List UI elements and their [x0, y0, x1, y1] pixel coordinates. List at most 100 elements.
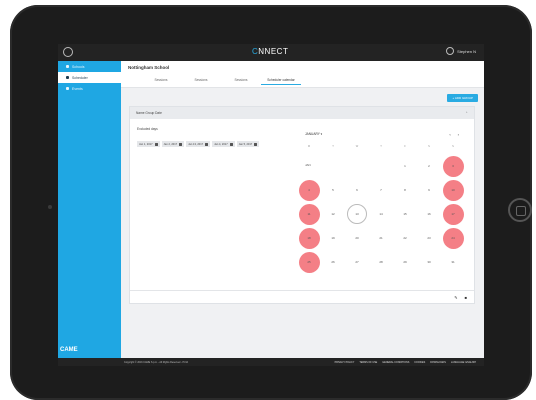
edit-icon[interactable]: ✎ [454, 295, 457, 300]
day-number: 12 [331, 212, 335, 216]
calendar-day[interactable]: 10 [441, 178, 465, 202]
date-chip[interactable]: Jan 1, 2017 [137, 141, 160, 147]
remove-chip-icon[interactable] [179, 142, 183, 146]
calendar-day[interactable]: 11 [297, 202, 321, 226]
home-square-icon [516, 206, 526, 216]
remove-chip-icon[interactable] [205, 142, 209, 146]
next-month-icon[interactable]: › [458, 132, 459, 137]
card-footer: ✎ ■ [130, 290, 474, 303]
footer-link[interactable]: COOKIES [414, 361, 425, 364]
weekday-label: M [307, 145, 311, 148]
calendar-day[interactable]: 15 [393, 202, 417, 226]
day-number: 29 [403, 260, 407, 264]
day-number: 22 [403, 236, 407, 240]
user-menu[interactable]: Stephen N [446, 47, 476, 55]
calendar-day[interactable]: 29 [393, 250, 417, 274]
calendar-day[interactable]: 17 [441, 202, 465, 226]
calendar-day[interactable]: 14 [369, 202, 393, 226]
day-number: 1 [404, 164, 406, 168]
home-button[interactable] [508, 198, 532, 222]
calendar-day[interactable]: 30 [417, 250, 441, 274]
calendar-empty-cell [345, 154, 369, 178]
remove-chip-icon[interactable] [229, 142, 233, 146]
tab-scheduler-calendar[interactable]: Scheduler calendar [261, 78, 301, 85]
footer-link[interactable]: GENERAL CONDITIONS [382, 361, 409, 364]
footer-bar: Copyright © 2016 CAME S.p.A. - All Right… [58, 358, 484, 366]
date-chip[interactable]: Jan 4, 2017 [212, 141, 235, 147]
calendar-day[interactable]: 16 [417, 202, 441, 226]
add-group-button[interactable]: + ADD GROUP [447, 94, 478, 102]
date-chip[interactable]: Jan 5, 2017 [236, 141, 260, 147]
day-number: 31 [451, 260, 455, 264]
day-number: 19 [331, 236, 335, 240]
calendar-day[interactable]: 31 [441, 250, 465, 274]
remove-chip-icon[interactable] [154, 142, 158, 146]
calendar-day[interactable]: 9 [417, 178, 441, 202]
calendar-day[interactable]: 5 [321, 178, 345, 202]
footer-link[interactable]: PRIVACY POLICY [335, 361, 355, 364]
card-header[interactable]: Name Group Date ⌃ [130, 107, 474, 119]
calendar-day[interactable]: 25 [297, 250, 321, 274]
calendar-day[interactable]: 21 [369, 226, 393, 250]
tab-sessions-1[interactable]: Sessions [141, 78, 181, 85]
weekday-label: W [355, 145, 359, 148]
calendar-day[interactable]: 6 [345, 178, 369, 202]
prev-month-icon[interactable]: ‹ [449, 132, 450, 137]
day-number: 21 [379, 236, 383, 240]
day-number: 25 [307, 260, 311, 264]
calendar-day[interactable]: 12 [321, 202, 345, 226]
sidebar: Schools Scheduler Events CAME [58, 61, 121, 358]
remove-chip-icon[interactable] [254, 142, 258, 146]
calendar-empty-cell [369, 154, 393, 178]
calendar-day[interactable]: 27 [345, 250, 369, 274]
sidebar-item-events[interactable]: Events [58, 83, 121, 94]
calendar-day[interactable]: 18 [297, 226, 321, 250]
collapse-chevron-icon[interactable]: ⌃ [465, 111, 468, 115]
calendar-day[interactable]: 24 [441, 226, 465, 250]
day-number: 16 [427, 212, 431, 216]
weekday-label: S [452, 145, 454, 148]
calendar-day[interactable]: 8 [393, 178, 417, 202]
sidebar-item-schools[interactable]: Schools [58, 61, 121, 72]
day-number: 27 [355, 260, 359, 264]
calendar-day[interactable]: 22 [393, 226, 417, 250]
sidebar-item-scheduler[interactable]: Scheduler [58, 72, 121, 83]
weekday-label: T [380, 145, 382, 148]
calendar-day[interactable]: 28 [369, 250, 393, 274]
copyright-text: Copyright © 2016 CAME S.p.A. - All Right… [124, 360, 189, 364]
schedule-card: Name Group Date ⌃ Excluded days Jan 1, 2… [129, 106, 475, 304]
day-number: 7 [380, 188, 382, 192]
tab-sessions-3[interactable]: Sessions [221, 78, 261, 85]
card-actions: ✎ ■ [454, 295, 467, 300]
calendar-icon [66, 76, 69, 79]
delete-icon[interactable]: ■ [465, 295, 467, 300]
calendar-day[interactable]: 13 [345, 202, 369, 226]
day-number: 18 [307, 236, 311, 240]
day-number: 26 [331, 260, 335, 264]
calendar-day[interactable]: 2 [417, 154, 441, 178]
weekday-label: S [428, 145, 430, 148]
calendar-day[interactable]: 26 [321, 250, 345, 274]
footer-link[interactable]: TERMS OF USE [359, 361, 377, 364]
date-chip[interactable]: Jan 2, 2017 [161, 141, 185, 147]
sidebar-item-label: Schools [72, 64, 85, 69]
excluded-days-label: Excluded days [137, 127, 158, 131]
calendar-month-select[interactable]: JANUARY ▾ [305, 132, 322, 136]
calendar-day[interactable]: 3 [441, 154, 465, 178]
footer-link[interactable]: DOWNLOADS [430, 361, 446, 364]
calendar-day[interactable]: 19 [321, 226, 345, 250]
card-title: Name Group Date [136, 111, 162, 115]
calendar-day[interactable]: 1 [393, 154, 417, 178]
day-number: 17 [451, 212, 455, 216]
day-number: 13 [355, 212, 359, 216]
calendar-nav: ‹ › [449, 132, 459, 137]
calendar-empty-cell [321, 154, 345, 178]
calendar-day[interactable]: 7 [369, 178, 393, 202]
tab-sessions-2[interactable]: Sessions [181, 78, 221, 85]
calendar-day[interactable]: 20 [345, 226, 369, 250]
calendar-day[interactable]: 23 [417, 226, 441, 250]
calendar-day[interactable]: 4 [297, 178, 321, 202]
footer-link[interactable]: LANGUAGE: ENGLISH [451, 361, 476, 364]
menu-icon[interactable] [63, 47, 73, 57]
date-chip[interactable]: Jan 13, 2017 [186, 141, 211, 147]
